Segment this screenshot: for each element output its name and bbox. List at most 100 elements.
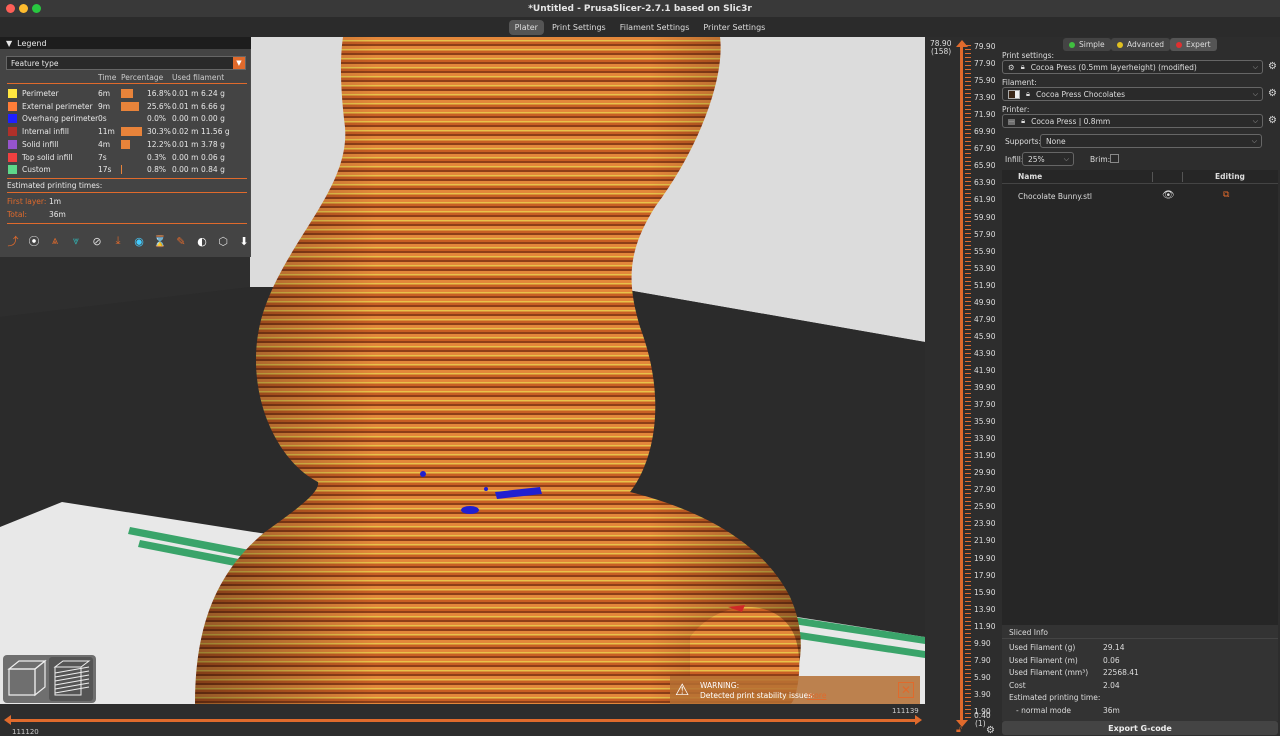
feature-time: 0s [98,114,107,124]
brim-checkbox[interactable] [1110,154,1119,163]
printer-combo[interactable]: ▤ 🔒︎ Cocoa Press | 0.8mm ⌵ [1002,114,1263,128]
layer-height-tick: 27.90 [974,485,996,495]
percentage-bar [121,139,130,149]
feature-name: Perimeter [22,89,59,98]
shells-icon[interactable]: ⬡ [215,233,231,249]
warning-more-link[interactable]: more [807,691,826,700]
tab-filament-settings[interactable]: Filament Settings [614,20,696,35]
close-icon[interactable]: ✕ [898,682,914,698]
printer-gear-icon[interactable]: ⚙ [1268,115,1277,126]
advanced-dot-icon [1117,41,1123,48]
seams-icon[interactable]: ⊘ [89,233,105,249]
feature-grams: 11.56 g [201,127,230,137]
chevron-down-icon[interactable]: ▼ [233,57,245,69]
layer-height-tick: 69.90 [974,127,996,137]
edit-icon[interactable]: ⧉ [1223,190,1229,200]
layer-height-tick: 3.90 [974,689,991,699]
sliced-info-key: - normal mode [1016,705,1072,715]
filament-color-icon [1008,89,1020,99]
slider-top-thumb[interactable] [956,40,968,47]
feature-time: 7s [98,152,107,162]
sliced-info-title: Sliced Info [1009,628,1049,637]
layer-height-tick: 49.90 [974,297,996,307]
feature-grams: 0.00 g [201,114,225,124]
infill-combo[interactable]: 25% ⌵ [1022,152,1074,166]
layers-view-icon[interactable] [49,657,93,701]
feature-grams: 3.78 g [201,139,225,149]
sliced-info-key: Used Filament (g) [1009,643,1076,652]
eye-icon[interactable]: 👁︎ [1162,190,1175,201]
color-changes-icon[interactable]: ◉ [131,233,147,249]
divider [1002,638,1278,639]
sliced-info-key: Cost [1009,680,1026,690]
layer-height-tick: 29.90 [974,468,996,478]
slider-track [8,719,918,722]
custom-gcode-icon[interactable]: ✎ [173,233,189,249]
layer-height-tick: 71.90 [974,110,996,120]
infill-label: Infill: [1005,155,1024,164]
filament-combo[interactable]: 🔒︎ Cocoa Press Chocolates ⌵ [1002,87,1263,101]
export-gcode-button[interactable]: Export G-code [1002,721,1278,735]
tool-changes-icon[interactable]: ⤓ [110,233,126,249]
legend-row: Perimeter 6m 16.8% 0.01 m 6.24 g [7,87,247,99]
feature-meters: 0.00 m [172,114,199,124]
legend-header[interactable]: ▼ Legend [0,37,251,49]
center-of-gravity-icon[interactable]: ◐ [194,233,210,249]
supports-combo[interactable]: None ⌵ [1040,134,1262,148]
list-item[interactable]: Chocolate Bunny.stl 👁︎ ⧉ [1002,190,1278,203]
slider-right-thumb[interactable] [915,715,922,725]
feature-name: Solid infill [22,139,59,149]
printer-label: Printer: [1002,105,1030,114]
warning-title: WARNING: [700,681,740,690]
layer-height-tick: 43.90 [974,348,996,358]
sidebar: Simple Advanced Expert Print settings: ⚙… [1000,37,1280,736]
layer-height-tick: 79.90 [974,42,996,51]
layer-height-tick: 33.90 [974,434,996,444]
tab-print-settings[interactable]: Print Settings [546,20,612,35]
layer-height-tick: 9.90 [974,638,991,648]
col-time: Time [98,73,117,82]
wipe-icon[interactable]: ⦿ [26,233,42,249]
lock-icon[interactable]: 🔓︎ [956,725,962,735]
minimize-window-button[interactable] [19,4,28,13]
filament-gear-icon[interactable]: ⚙ [1268,88,1277,99]
horizontal-move-slider[interactable]: 111120 111139 [0,704,925,736]
feature-percentage: 0.3% [147,152,167,162]
layer-height-tick: 51.90 [974,280,996,290]
bottom-layer-number: (1) [975,719,986,728]
tab-printer-settings[interactable]: Printer Settings [697,20,771,35]
vertical-layer-slider[interactable]: 78.90 (158) 79.90 77.90 75.90 73.90 71.90 69.… [925,37,1000,736]
legend-panel: ▼ Legend Feature type ▼ Time Percentage Us… [0,37,251,257]
feature-meters: 0.01 m [172,139,199,149]
zoom-window-button[interactable] [32,4,41,13]
retractions-icon[interactable]: ⩓ [47,233,63,249]
close-window-button[interactable] [6,4,15,13]
estimated-times-label: Estimated printing times: [7,181,103,190]
view-type-select[interactable]: Feature type ▼ [6,56,246,70]
divider [7,83,247,84]
feature-time: 4m [98,139,111,149]
feature-grams: 0.06 g [201,152,225,162]
layer-height-tick: 59.90 [974,212,996,222]
3d-view-icon[interactable] [7,659,47,697]
pause-prints-icon[interactable]: ⌛ [152,233,168,249]
tab-plater[interactable]: Plater [508,19,544,35]
col-percentage: Percentage [121,73,164,82]
sliced-info-value: 0.06 [1103,655,1120,665]
gear-icon[interactable]: ⚙ [986,725,995,736]
slider-left-thumb[interactable] [4,715,11,725]
sliced-info-value: 29.14 [1103,643,1125,652]
mode-expert-button[interactable]: Expert [1170,38,1217,51]
print-settings-combo[interactable]: ⚙ 🔒︎ Cocoa Press (0.5mm layerheight) (modi… [1002,60,1263,74]
color-swatch [8,89,17,98]
percentage-bar [121,165,122,175]
mode-advanced-button[interactable]: Advanced [1111,38,1171,51]
deretractions-icon[interactable]: ⩔ [68,233,84,249]
travel-icon[interactable]: ⤴ [5,233,21,249]
legend-row: Internal infill 11m 30.3% 0.02 m 11.56 g [7,125,247,137]
tool-marker-icon[interactable]: ⬇ [236,233,252,249]
layer-height-tick: 5.90 [974,672,991,682]
filament-label: Filament: [1002,78,1037,87]
mode-simple-button[interactable]: Simple [1063,38,1111,51]
print-gear-icon[interactable]: ⚙ [1268,61,1277,72]
